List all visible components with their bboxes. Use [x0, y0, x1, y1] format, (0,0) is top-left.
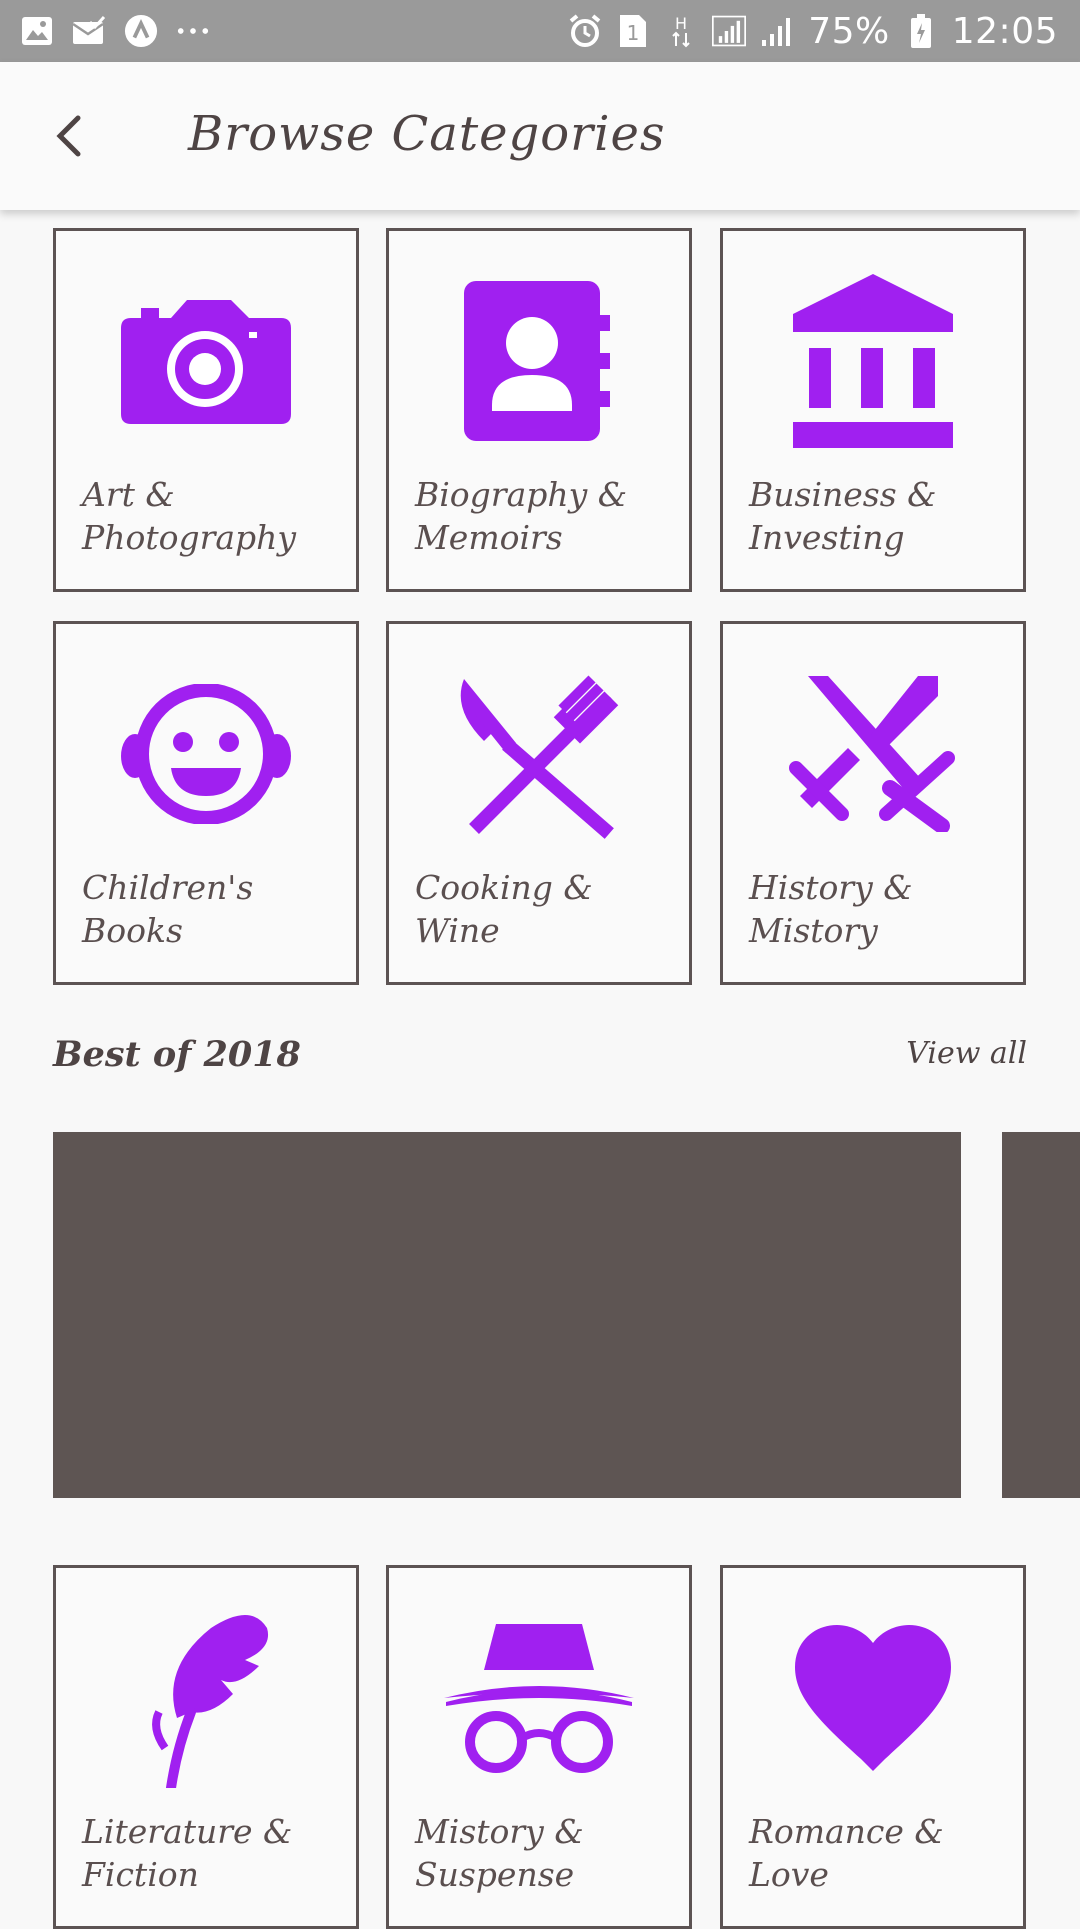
mail-check-icon	[72, 14, 106, 48]
category-label: Biography & Memoirs	[415, 475, 628, 557]
category-label: Romance & Love	[749, 1812, 944, 1894]
more-dots-icon	[176, 14, 210, 48]
category-label: Children's Books	[82, 868, 254, 950]
image-icon	[20, 14, 54, 48]
category-card-cooking-wine[interactable]: Cooking & Wine	[386, 621, 692, 985]
category-card-biography-memoirs[interactable]: Biography & Memoirs	[386, 228, 692, 592]
category-label: Cooking & Wine	[415, 868, 593, 950]
heart-icon	[795, 1625, 951, 1771]
knife-fork-icon	[460, 675, 619, 839]
signal-icon-2	[760, 14, 794, 48]
app-bar: Browse Categories	[0, 62, 1080, 210]
category-label: Mistory & Suspense	[415, 1812, 584, 1894]
signal-icon	[712, 14, 747, 48]
bank-icon	[793, 274, 953, 448]
svg-text:H: H	[675, 14, 687, 33]
status-bar: 1 H 75% 12:05	[0, 0, 1080, 62]
category-label: History & Mistory	[749, 868, 913, 950]
camera-icon	[121, 300, 291, 424]
category-card-literature-fiction[interactable]: Literature & Fiction	[53, 1565, 359, 1929]
status-bar-right: 1 H 75% 12:05	[568, 10, 1058, 52]
category-card-childrens-books[interactable]: Children's Books	[53, 621, 359, 985]
category-card-art-photography[interactable]: Art & Photography	[53, 228, 359, 592]
page-title: Browse Categories	[188, 106, 666, 162]
category-label: Art & Photography	[82, 475, 297, 557]
crossed-swords-icon	[789, 676, 955, 832]
carousel-banner-next[interactable]	[1002, 1132, 1080, 1498]
back-button[interactable]	[36, 104, 100, 168]
category-card-business-investing[interactable]: Business & Investing	[720, 228, 1026, 592]
category-card-romance-love[interactable]: Romance & Love	[720, 1565, 1026, 1929]
baby-face-icon	[121, 684, 291, 824]
incognito-icon	[444, 1624, 634, 1773]
app-icon	[124, 14, 158, 48]
battery-icon	[904, 14, 938, 48]
category-label: Literature & Fiction	[82, 1812, 293, 1894]
category-card-history-mistory[interactable]: History & Mistory	[720, 621, 1026, 985]
category-card-mistory-suspense[interactable]: Mistory & Suspense	[386, 1565, 692, 1929]
feather-icon	[152, 1615, 269, 1788]
alarm-icon	[568, 14, 602, 48]
carousel-banner[interactable]	[53, 1132, 961, 1498]
section-title: Best of 2018	[53, 1034, 301, 1075]
category-label: Business & Investing	[749, 475, 937, 557]
svg-text:1: 1	[627, 21, 640, 45]
contact-book-icon	[464, 281, 610, 441]
view-all-link[interactable]: View all	[906, 1036, 1027, 1071]
clock: 12:05	[951, 10, 1058, 52]
network-h-icon: H	[664, 14, 698, 48]
back-arrow-icon	[56, 115, 81, 157]
battery-percent: 75%	[808, 10, 890, 52]
sim-icon: 1	[616, 14, 650, 48]
status-bar-left	[20, 12, 210, 50]
